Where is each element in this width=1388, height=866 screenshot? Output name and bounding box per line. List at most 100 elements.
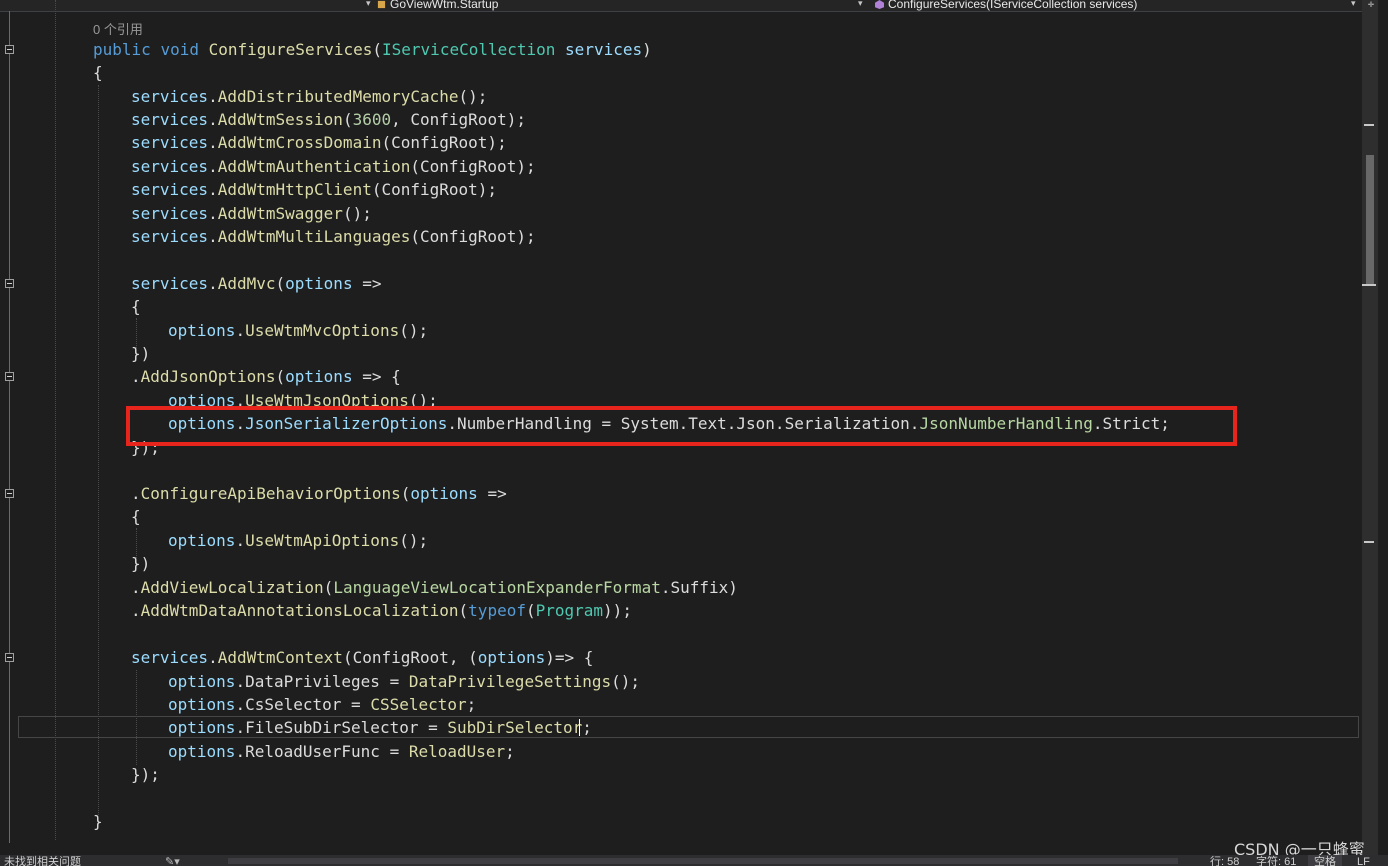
char-number[interactable]: 字符: 61 — [1256, 855, 1296, 866]
class-icon — [377, 1, 386, 9]
punct-token: = — [379, 672, 409, 691]
method-token: AddWtmSwagger — [217, 204, 343, 223]
chevron-down-icon[interactable]: ▾ — [858, 0, 863, 9]
code-line: services.AddWtmSession(3600, ConfigRoot)… — [131, 108, 526, 131]
variable-token: services — [131, 648, 209, 667]
variable-token: services — [131, 274, 209, 293]
punct-token: . — [208, 274, 218, 293]
code-line: }) — [131, 344, 151, 363]
punct-token: , ConfigRoot); — [391, 110, 526, 129]
punct-token: . — [131, 484, 141, 503]
class-dropdown-label: GoViewWtm.Startup — [390, 0, 499, 11]
punct-token: )=> { — [545, 648, 594, 667]
member-dropdown-label: ConfigureServices(IServiceCollection ser… — [888, 0, 1138, 11]
property-token: FileSubDirSelector — [245, 718, 419, 737]
punct-token: )); — [603, 601, 632, 620]
punct-token: ) — [642, 40, 652, 59]
method-token: AddWtmDataAnnotationsLocalization — [140, 601, 459, 620]
whitespace-mode[interactable]: 空格 — [1308, 855, 1342, 866]
method-token: SubDirSelector — [447, 718, 583, 737]
collapse-icon[interactable] — [5, 489, 14, 498]
window-edge — [1378, 0, 1388, 866]
chevron-down-icon[interactable]: ▾ — [1351, 0, 1356, 9]
punct-token: = — [418, 718, 448, 737]
status-bar: 未找到相关问题 ✎▾ 行: 58 字符: 61 空格 LF — [0, 855, 1388, 866]
variable-token: services — [131, 227, 209, 246]
code-line: options.UseWtmMvcOptions(); — [168, 319, 428, 342]
indent-guide — [98, 85, 99, 815]
code-line: { — [93, 63, 103, 82]
method-token: AddWtmCrossDomain — [217, 133, 382, 152]
issues-status[interactable]: 未找到相关问题 — [4, 855, 81, 866]
punct-token: (); — [399, 321, 429, 340]
punct-token: (); — [458, 87, 488, 106]
number-token: 3600 — [352, 110, 392, 129]
code-line: services.AddWtmContext(ConfigRoot, (opti… — [131, 646, 593, 669]
variable-token: services — [131, 133, 209, 152]
enum-member-token: Suffix — [670, 578, 729, 597]
variable-token: services — [131, 157, 209, 176]
method-token: AddWtmHttpClient — [217, 180, 372, 199]
punct-token: ; — [466, 695, 477, 714]
method-token: AddWtmSession — [217, 110, 343, 129]
code-line: services.AddWtmCrossDomain(ConfigRoot); — [131, 131, 507, 154]
text-caret — [579, 719, 580, 736]
punct-token: ( — [323, 578, 334, 597]
code-line: .AddViewLocalization(LanguageViewLocatio… — [131, 576, 738, 599]
variable-token: services — [131, 87, 209, 106]
punct-token: . — [131, 578, 141, 597]
collapse-icon[interactable] — [5, 372, 14, 381]
collapse-icon[interactable] — [5, 653, 14, 662]
code-line: services.AddDistributedMemoryCache(); — [131, 85, 487, 108]
member-dropdown[interactable]: ConfigureServices(IServiceCollection ser… — [875, 0, 1137, 11]
collapse-icon[interactable] — [5, 279, 14, 288]
class-dropdown[interactable]: GoViewWtm.Startup — [377, 0, 498, 11]
split-window-icon[interactable]: ✛ — [1364, 0, 1378, 10]
punct-token: . — [235, 531, 246, 550]
scrollbar-thumb[interactable] — [1366, 155, 1374, 285]
code-line: }) — [131, 554, 151, 573]
code-line: services.AddWtmSwagger(); — [131, 202, 372, 225]
punct-token: ; — [582, 718, 592, 737]
variable-token: services — [131, 110, 209, 129]
punct-token: . — [208, 204, 218, 223]
method-token: AddViewLocalization — [140, 578, 324, 597]
punct-token: . — [208, 180, 218, 199]
punct-token: (); — [342, 204, 372, 223]
navigation-bar: ▾ GoViewWtm.Startup ▾ ConfigureServices(… — [0, 0, 1362, 12]
brush-icon[interactable]: ✎▾ — [165, 855, 180, 866]
punct-token: = — [341, 695, 371, 714]
vertical-scrollbar[interactable] — [1362, 0, 1378, 855]
punct-token: . — [131, 601, 141, 620]
punct-token: . — [235, 695, 246, 714]
chevron-down-icon[interactable]: ▾ — [366, 0, 371, 9]
code-line: { — [131, 507, 141, 526]
code-line: } — [93, 812, 103, 831]
horizontal-scrollbar[interactable] — [228, 858, 1178, 864]
code-line: .ConfigureApiBehaviorOptions(options => — [131, 482, 507, 505]
punct-token: . — [131, 367, 141, 386]
punct-token: . — [208, 648, 218, 667]
codelens-reference-count[interactable]: 0 个引用 — [93, 19, 143, 38]
line-number[interactable]: 行: 58 — [1210, 855, 1239, 866]
punct-token: (); — [399, 531, 429, 550]
code-line: options.UseWtmApiOptions(); — [168, 529, 428, 552]
parameter-token: options — [285, 367, 353, 386]
punct-token: (ConfigRoot, ( — [342, 648, 478, 667]
punct-token: ( — [342, 110, 353, 129]
parameter-token: options — [410, 484, 478, 503]
variable-token: options — [168, 321, 236, 340]
punct-token: ( — [275, 367, 286, 386]
variable-token: options — [168, 531, 236, 550]
method-token: DataPrivilegeSettings — [408, 672, 612, 691]
code-line: services.AddWtmHttpClient(ConfigRoot); — [131, 178, 497, 201]
punct-token: ( — [400, 484, 411, 503]
punct-token: (); — [611, 672, 641, 691]
punct-token: . — [208, 133, 218, 152]
punct-token: (ConfigRoot); — [381, 133, 507, 152]
code-line: }); — [131, 765, 160, 784]
line-ending[interactable]: LF — [1357, 855, 1370, 866]
collapse-icon[interactable] — [5, 45, 14, 54]
